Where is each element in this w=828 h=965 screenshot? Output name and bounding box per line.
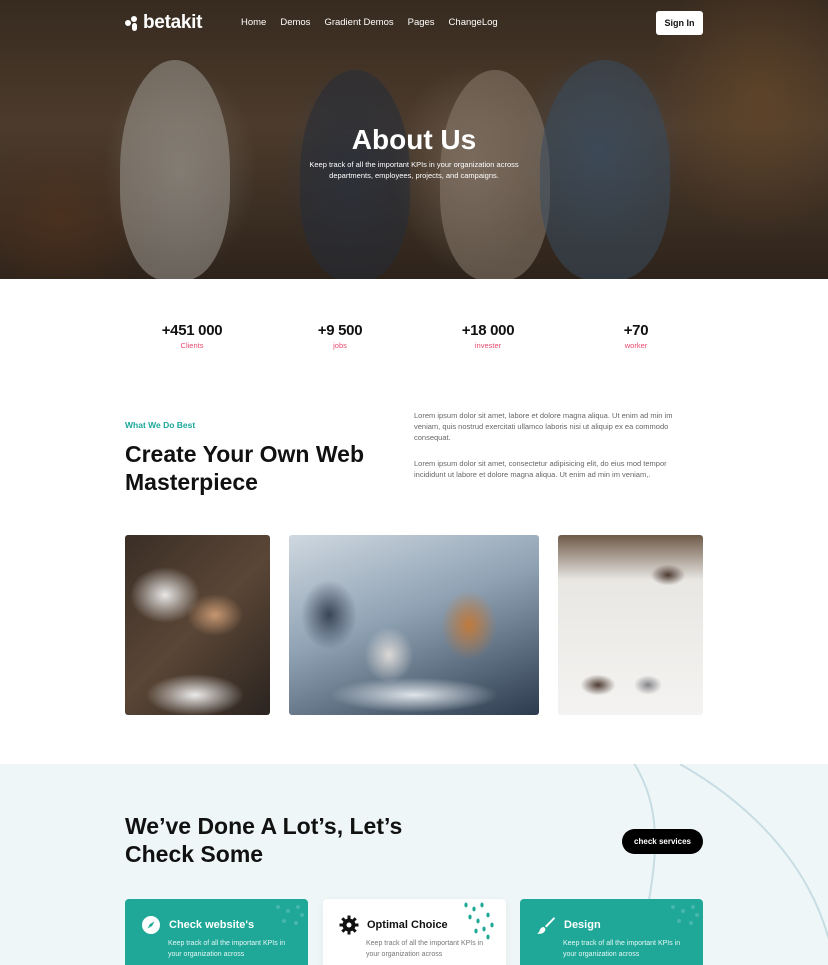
- about-paragraph: Lorem ipsum dolor sit amet, labore et do…: [414, 411, 673, 442]
- nav-link-gradient-demos[interactable]: Gradient Demos: [324, 17, 393, 28]
- hero-subtitle: Keep track of all the important KPIs in …: [309, 160, 519, 180]
- about-paragraph: Lorem ipsum dolor sit amet, consectetur …: [414, 459, 667, 479]
- page-title: About Us: [351, 124, 477, 155]
- stat-label: worker: [624, 341, 648, 350]
- hero-section: betakit Home Demos Gradient Demos Pages …: [0, 0, 828, 279]
- brand-logo[interactable]: betakit: [125, 12, 202, 34]
- stat-value: +451 000: [161, 322, 223, 339]
- services-title: We’ve Done A Lot’s, Let’s Check Some: [125, 813, 403, 867]
- nav-link-changelog[interactable]: ChangeLog: [449, 17, 498, 28]
- brand-name: betakit: [143, 12, 203, 33]
- stat-item: +18 000 invester: [428, 322, 548, 350]
- compass-icon: [141, 915, 161, 935]
- team-photo: [289, 535, 539, 715]
- nav-link-pages[interactable]: Pages: [408, 17, 435, 28]
- gear-icon: [339, 915, 359, 935]
- stat-item: +70 worker: [576, 322, 696, 350]
- card-title: Check website's: [169, 919, 255, 931]
- team-photo: [125, 535, 270, 715]
- check-services-button[interactable]: check services: [622, 829, 703, 854]
- stat-value: +9 500: [317, 322, 363, 339]
- section-eyebrow: What We Do Best: [125, 420, 196, 430]
- nav-link-home[interactable]: Home: [241, 17, 266, 28]
- card-title: Design: [564, 919, 601, 931]
- stat-value: +18 000: [461, 322, 515, 339]
- card-text: Keep track of all the important KPIs in …: [563, 940, 681, 958]
- service-card[interactable]: Optimal Choice Keep track of all the imp…: [323, 899, 506, 965]
- card-title: Optimal Choice: [367, 919, 448, 931]
- logo-icon: [125, 15, 140, 31]
- team-photo: [558, 535, 703, 715]
- nav-links: Home Demos Gradient Demos Pages ChangeLo…: [241, 17, 498, 28]
- stat-label: Clients: [180, 341, 204, 350]
- stat-value: +70: [623, 322, 649, 339]
- section-headline: Create Your Own Web Masterpiece: [125, 441, 364, 495]
- dots-decoration: [276, 905, 304, 925]
- stat-label: invester: [474, 341, 502, 350]
- stat-item: +451 000 Clients: [132, 322, 252, 350]
- stat-label: jobs: [333, 341, 347, 350]
- card-text: Keep track of all the important KPIs in …: [168, 940, 286, 958]
- service-card[interactable]: Design Keep track of all the important K…: [520, 899, 703, 965]
- brush-icon: [536, 915, 556, 935]
- top-navbar: betakit Home Demos Gradient Demos Pages …: [0, 0, 828, 46]
- stat-item: +9 500 jobs: [280, 322, 400, 350]
- nav-link-demos[interactable]: Demos: [280, 17, 310, 28]
- dots-decoration: [671, 905, 699, 925]
- service-card[interactable]: Check website's Keep track of all the im…: [125, 899, 308, 965]
- dots-decoration: [464, 902, 494, 940]
- sign-in-button[interactable]: Sign In: [656, 11, 703, 35]
